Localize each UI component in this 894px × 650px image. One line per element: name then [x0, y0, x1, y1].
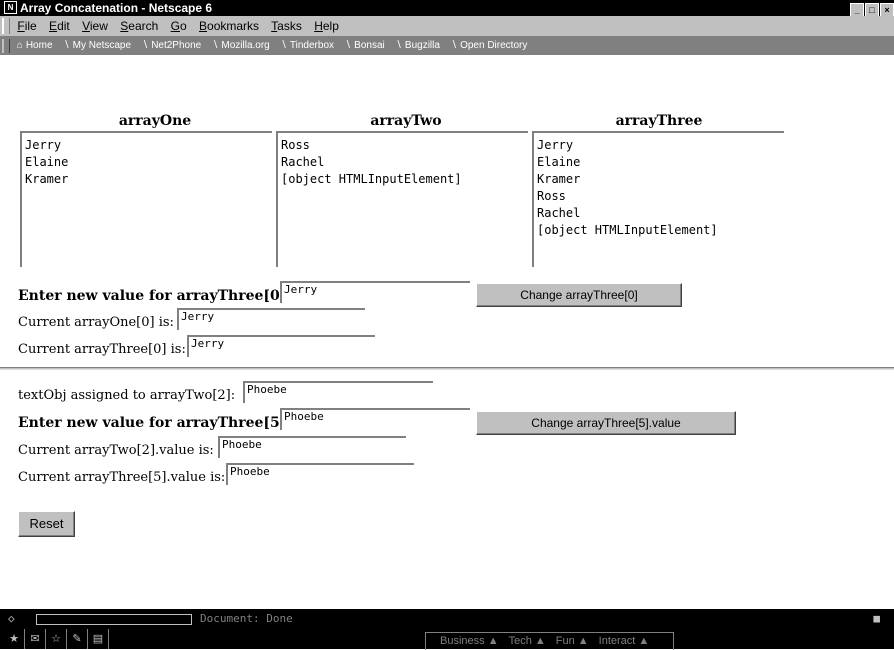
page-content: arrayOne arrayTwo arrayThree Jerry Elain… [0, 55, 894, 609]
bookmark-icon: ∖ [344, 40, 352, 51]
bookmark-tinderbox[interactable]: ∖ Tinderbox [281, 40, 334, 51]
sidebar-tabs: Business ▲ Tech ▲ Fun ▲ Interact ▲ [425, 632, 675, 650]
instant-messenger-icon[interactable]: ☆ [46, 629, 67, 649]
array-three-5-input[interactable]: Phoebe [280, 408, 470, 430]
array-three-heading: arrayThree [615, 113, 703, 129]
current-array-three-0-field[interactable]: Jerry [187, 335, 375, 357]
connection-icon: ◇ [8, 612, 15, 625]
bookmark-bugzilla[interactable]: ∖ Bugzilla [396, 40, 440, 51]
menu-search[interactable]: Search [120, 19, 158, 33]
menu-help[interactable]: Help [314, 19, 339, 33]
menu-go[interactable]: Go [171, 19, 187, 33]
progress-bar [36, 614, 192, 625]
title-bar: N Array Concatenation - Netscape 6 _ □ × [0, 0, 894, 17]
current-array-three-5-field[interactable]: Phoebe [226, 463, 414, 485]
menu-view[interactable]: View [82, 19, 108, 33]
component-bar: ★ ✉ ☆ ✎ ▤ Business ▲ Tech ▲ Fun ▲ Interact ▲ [0, 629, 894, 650]
textobj-label: textObj assigned to arrayTwo[2]: [18, 388, 236, 403]
window-controls: _ □ × [849, 1, 894, 17]
menu-tasks[interactable]: Tasks [271, 19, 302, 33]
bookmark-icon: ∖ [63, 40, 70, 51]
tab-tech[interactable]: Tech ▲ [509, 635, 546, 647]
status-bar: ◇ Document: Done ■ [0, 609, 894, 629]
maximize-button[interactable]: □ [865, 3, 879, 17]
change-array-three-5-button[interactable]: Change arrayThree[5].value [476, 411, 736, 435]
array-two-textarea[interactable]: Ross Rachel [object HTMLInputElement] [276, 131, 528, 267]
current-array-two-2-label: Current arrayTwo[2].value is: [18, 443, 214, 458]
minimize-button[interactable]: _ [850, 3, 864, 17]
address-book-icon[interactable]: ▤ [88, 629, 109, 649]
navigator-icon[interactable]: ★ [4, 629, 25, 649]
netscape-app-icon: N [4, 1, 17, 14]
tab-business[interactable]: Business ▲ [440, 635, 499, 647]
current-array-one-0-label: Current arrayOne[0] is: [18, 315, 174, 330]
bookmark-icon: ∖ [280, 40, 287, 51]
mail-icon[interactable]: ✉ [25, 629, 46, 649]
tab-fun[interactable]: Fun ▲ [556, 635, 589, 647]
status-text: Document: Done [200, 612, 293, 625]
current-array-three-5-label: Current arrayThree[5].value is: [18, 470, 226, 485]
bookmark-net2phone[interactable]: ∖ Net2Phone [142, 40, 201, 51]
personal-toolbar: ⌂ Home ∖ My Netscape ∖ Net2Phone ∖ Mozilla.o… [0, 37, 894, 55]
composer-icon[interactable]: ✎ [67, 629, 88, 649]
window-title: Array Concatenation - Netscape 6 [20, 1, 213, 15]
bookmark-mozilla[interactable]: ∖ Mozilla.org [212, 40, 270, 51]
change-array-three-0-button[interactable]: Change arrayThree[0] [476, 283, 682, 307]
menu-edit[interactable]: Edit [49, 19, 70, 33]
menubar-grip[interactable] [2, 18, 10, 34]
array-one-textarea[interactable]: Jerry Elaine Kramer [20, 131, 272, 267]
security-lock-icon[interactable]: ■ [873, 609, 880, 629]
array-one-heading: arrayOne [118, 113, 192, 129]
array-three-0-input[interactable]: Jerry [280, 281, 470, 303]
bookmark-icon: ∖ [395, 40, 402, 51]
reset-button[interactable]: Reset [18, 511, 75, 537]
close-button[interactable]: × [880, 3, 894, 17]
menu-bookmarks[interactable]: Bookmarks [199, 19, 259, 33]
enter-array-three-5-label: Enter new value for arrayThree[5]: [18, 415, 292, 431]
array-two-heading: arrayTwo [370, 113, 442, 129]
bookmark-home[interactable]: ⌂ Home [17, 40, 53, 51]
toolbar-grip[interactable] [2, 39, 10, 53]
menu-bar: File Edit View Search Go Bookmarks Tasks… [0, 16, 894, 37]
bookmark-icon: ∖ [141, 40, 149, 51]
bookmark-icon: ∖ [212, 40, 219, 51]
textobj-field[interactable]: Phoebe [243, 381, 433, 403]
bookmark-bonsai[interactable]: ∖ Bonsai [345, 40, 385, 51]
bookmark-my-netscape[interactable]: ∖ My Netscape [63, 40, 131, 51]
current-array-three-0-label: Current arrayThree[0] is: [18, 342, 186, 357]
bookmark-icon: ∖ [450, 40, 458, 51]
component-icons: ★ ✉ ☆ ✎ ▤ [4, 629, 109, 649]
current-array-two-2-field[interactable]: Phoebe [218, 436, 406, 458]
array-three-textarea[interactable]: Jerry Elaine Kramer Ross Rachel [object … [532, 131, 784, 267]
current-array-one-0-field[interactable]: Jerry [177, 308, 365, 330]
tab-interact[interactable]: Interact ▲ [599, 635, 650, 647]
horizontal-divider [0, 367, 894, 370]
home-icon: ⌂ [16, 40, 23, 51]
menu-file[interactable]: File [17, 19, 36, 33]
bookmark-open-directory[interactable]: ∖ Open Directory [451, 40, 528, 51]
enter-array-three-0-label: Enter new value for arrayThree[0]: [18, 288, 292, 304]
